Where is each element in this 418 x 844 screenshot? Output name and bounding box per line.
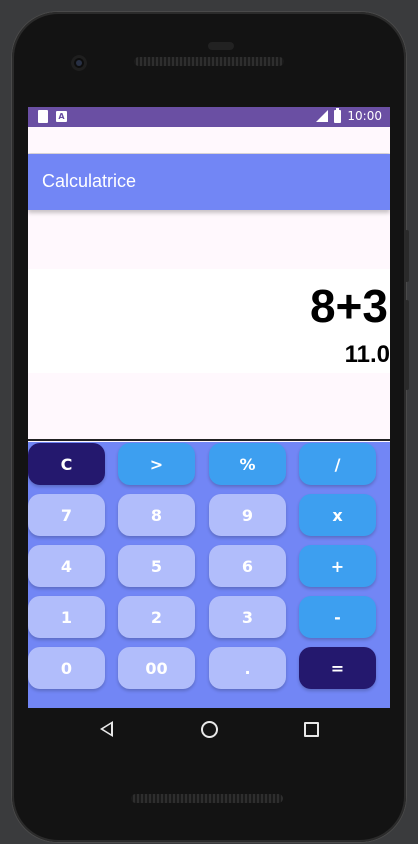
result-text: 11.0 bbox=[344, 341, 390, 368]
front-camera bbox=[71, 55, 87, 71]
bottom-speaker-grille bbox=[131, 794, 283, 803]
digit-2-button[interactable]: 2 bbox=[118, 596, 195, 638]
double-zero-button[interactable]: 00 bbox=[118, 647, 195, 689]
a-icon: A bbox=[56, 111, 67, 122]
notification-icons: A bbox=[38, 110, 67, 123]
digit-0-button[interactable]: 0 bbox=[28, 647, 105, 689]
system-icons: 10:00 bbox=[314, 107, 382, 123]
digit-3-button[interactable]: 3 bbox=[209, 596, 286, 638]
digit-6-button[interactable]: 6 bbox=[209, 545, 286, 587]
digit-8-button[interactable]: 8 bbox=[118, 494, 195, 536]
sd-card-icon bbox=[38, 110, 48, 123]
app-title: Calculatrice bbox=[42, 171, 137, 191]
digit-1-button[interactable]: 1 bbox=[28, 596, 105, 638]
app-bar: Calculatrice bbox=[28, 154, 390, 210]
digit-7-button[interactable]: 7 bbox=[28, 494, 105, 536]
backspace-button[interactable]: > bbox=[118, 443, 195, 485]
back-icon[interactable] bbox=[100, 721, 113, 737]
percent-button[interactable]: % bbox=[209, 443, 286, 485]
digit-9-button[interactable]: 9 bbox=[209, 494, 286, 536]
battery-icon bbox=[334, 107, 342, 123]
top-speaker-grille bbox=[134, 57, 284, 66]
recents-icon[interactable] bbox=[304, 722, 319, 737]
status-bar: A 10:00 bbox=[28, 107, 390, 127]
display-divider bbox=[28, 439, 390, 441]
add-button[interactable]: + bbox=[299, 545, 376, 587]
navigation-bar bbox=[28, 708, 390, 752]
digit-4-button[interactable]: 4 bbox=[28, 545, 105, 587]
subtract-button[interactable]: - bbox=[299, 596, 376, 638]
multiply-button[interactable]: x bbox=[299, 494, 376, 536]
volume-button bbox=[405, 230, 409, 282]
top-strip bbox=[28, 127, 390, 153]
calculator-display: 8+3 11.0 bbox=[28, 269, 390, 373]
device-screen: A 10:00 Calculatrice 8+3 11.0 C >% / 7 8 9 x 4 5… bbox=[28, 107, 390, 708]
equals-button[interactable]: = bbox=[299, 647, 376, 689]
keypad: C >%/7 8 9 x 4 5 6 +1 2 3-0 00. = bbox=[28, 442, 390, 708]
clear-button[interactable]: C bbox=[28, 443, 105, 485]
earpiece bbox=[208, 42, 234, 50]
signal-icon bbox=[314, 109, 329, 123]
status-time: 10:00 bbox=[347, 109, 382, 123]
divide-button[interactable]: / bbox=[299, 443, 376, 485]
expression-text: 8+3 bbox=[309, 280, 388, 332]
power-button bbox=[405, 300, 409, 390]
digit-5-button[interactable]: 5 bbox=[118, 545, 195, 587]
decimal-button[interactable]: . bbox=[209, 647, 286, 689]
home-icon[interactable] bbox=[201, 721, 218, 738]
